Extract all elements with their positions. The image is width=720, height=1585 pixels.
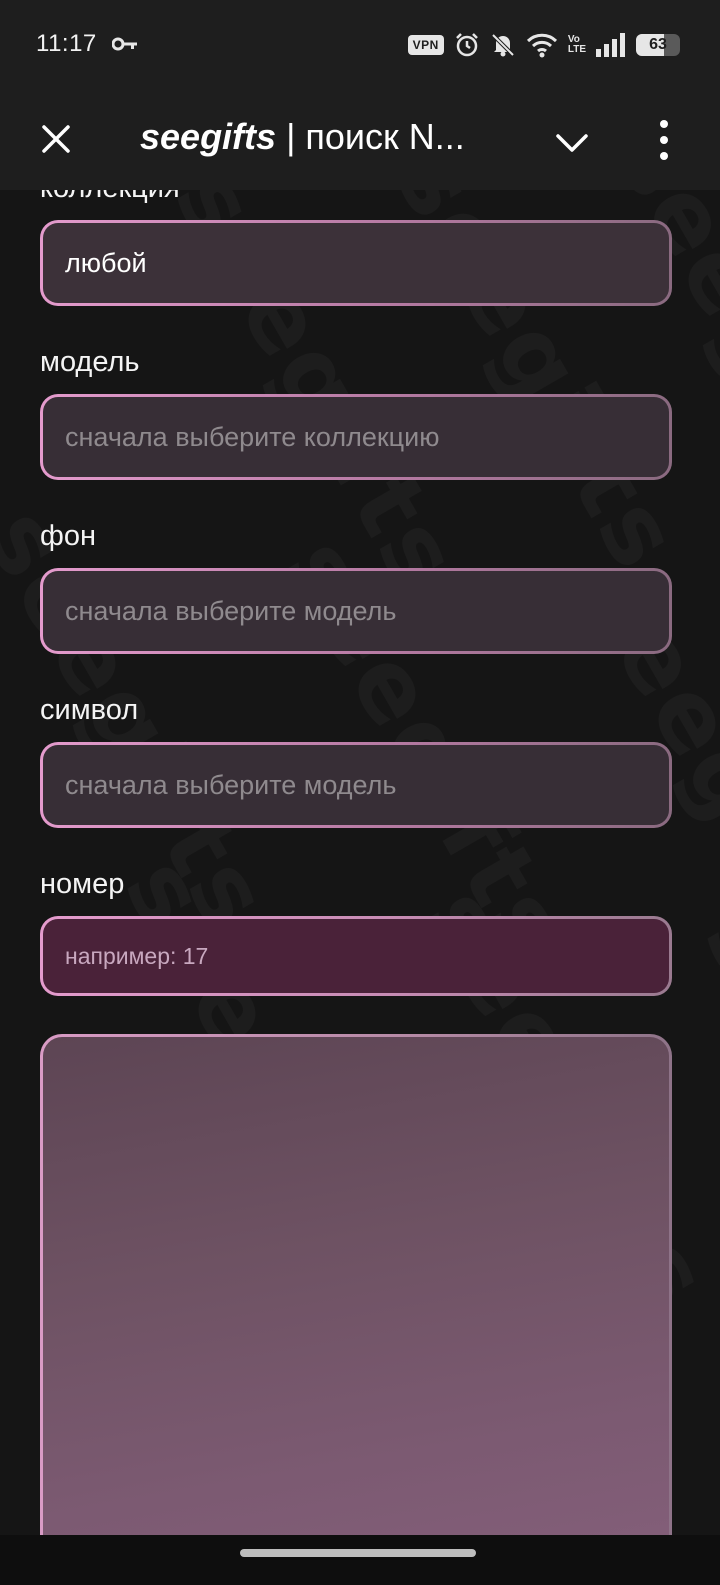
symbol-select[interactable]: сначала выберите модель [40, 742, 672, 828]
collection-select[interactable]: любой [40, 220, 672, 306]
model-label: модель [40, 346, 140, 378]
close-icon[interactable] [36, 119, 76, 159]
gesture-handle[interactable] [240, 1549, 476, 1557]
gift-preview-card [40, 1034, 672, 1574]
vpn-badge: VPN [407, 35, 444, 55]
muted-bell-icon [491, 33, 515, 57]
screen: seegifts seegifts seegifts seegifts seeg… [0, 0, 720, 1585]
chevron-down-icon[interactable] [552, 122, 592, 162]
battery-percent: 63 [649, 36, 667, 53]
app-bar: seegifts | поиск N... [0, 92, 720, 190]
signal-icon [596, 33, 625, 57]
app-title-rest: | поиск N... [276, 116, 465, 157]
background-select[interactable]: сначала выберите модель [40, 568, 672, 654]
battery-icon: 63 [636, 34, 680, 56]
status-time: 11:17 [36, 30, 97, 57]
app-title-brand: seegifts [140, 116, 277, 157]
wifi-icon [526, 33, 557, 58]
background-label: фон [40, 520, 97, 552]
volte-indicator: Vo LTE [568, 35, 586, 55]
number-input[interactable]: например: 17 [40, 916, 672, 996]
model-select[interactable]: сначала выберите коллекцию [40, 394, 672, 480]
key-icon [112, 37, 137, 51]
navigation-bar [0, 1535, 720, 1585]
symbol-label: символ [40, 694, 139, 726]
watermark-text: seegifts [683, 890, 720, 1350]
more-options-icon[interactable] [652, 116, 676, 164]
page-title: seegifts | поиск N... [140, 116, 500, 158]
volte-bottom: LTE [567, 44, 586, 55]
number-label: номер [40, 868, 125, 900]
status-bar: 11:17 VPN Vo LTE 63 [0, 0, 720, 92]
status-icons: VPN Vo LTE 63 [407, 30, 680, 60]
alarm-icon [455, 33, 478, 57]
